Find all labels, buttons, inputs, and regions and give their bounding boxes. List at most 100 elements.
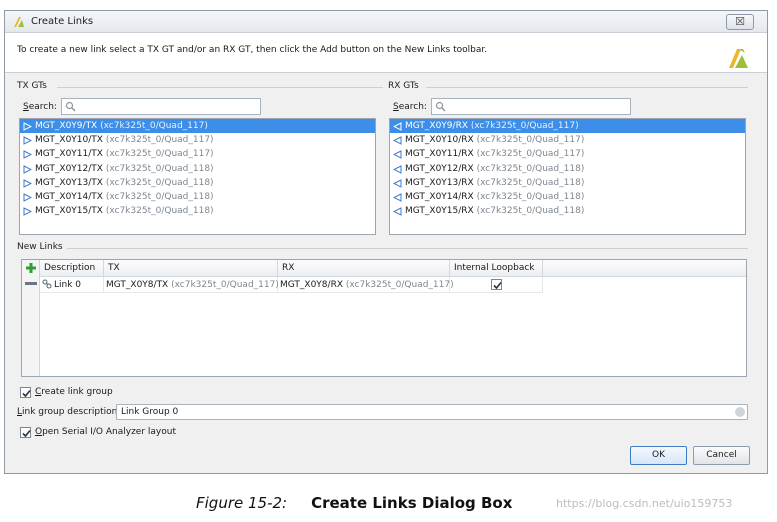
new-links-label: New Links [17, 242, 63, 252]
rx-gt-icon [393, 150, 402, 160]
gt-name: MGT_X0Y11/TX [35, 149, 103, 160]
rx-gt-icon [393, 122, 402, 131]
link-tx-name: MGT_X0Y8/TX [106, 280, 169, 290]
list-item[interactable]: MGT_X0Y13/TX (xc7k325t_0/Quad_118) [20, 176, 375, 190]
gt-location: (xc7k325t_0/Quad_118) [476, 191, 585, 202]
gt-location: (xc7k325t_0/Quad_118) [476, 177, 585, 188]
list-item[interactable]: MGT_X0Y10/RX (xc7k325t_0/Quad_117) [390, 133, 745, 147]
list-item[interactable]: MGT_X0Y9/TX (xc7k325t_0/Quad_117) [20, 119, 375, 134]
table-row-loopback [450, 277, 543, 293]
rx-gt-icon [393, 207, 402, 216]
title-bar: Create Links ☒ [5, 11, 767, 33]
checkmark-icon [22, 429, 31, 438]
list-item[interactable]: MGT_X0Y15/TX (xc7k325t_0/Quad_118) [20, 204, 375, 218]
xilinx-logo-icon [729, 49, 748, 68]
tx-gt-icon [23, 164, 32, 174]
gt-location: (xc7k325t_0/Quad_117) [100, 121, 208, 131]
gt-name: MGT_X0Y13/TX [35, 177, 103, 188]
table-row-description[interactable]: Link 0 [40, 277, 104, 293]
checkmark-icon [493, 281, 502, 290]
gt-location: (xc7k325t_0/Quad_118) [105, 191, 214, 202]
list-item[interactable]: MGT_X0Y10/TX (xc7k325t_0/Quad_117) [20, 133, 375, 147]
gt-location: (xc7k325t_0/Quad_118) [105, 163, 214, 174]
gt-name: MGT_X0Y13/RX [405, 177, 474, 188]
link-group-description-value: Link Group 0 [121, 407, 179, 417]
new-links-divider [67, 248, 748, 249]
gt-name: MGT_X0Y10/RX [405, 135, 474, 146]
gt-name: MGT_X0Y9/RX [405, 121, 468, 131]
add-link-icon[interactable] [25, 262, 37, 274]
column-header-tx[interactable]: TX [104, 260, 278, 277]
column-header-rx[interactable]: RX [278, 260, 450, 277]
gt-location: (xc7k325t_0/Quad_118) [476, 163, 585, 174]
gt-name: MGT_X0Y11/RX [405, 149, 474, 160]
internal-loopback-checkbox[interactable] [491, 279, 502, 290]
open-analyzer-layout-checkbox[interactable] [20, 427, 31, 438]
rx-search-label: Search: [393, 102, 427, 112]
gt-location: (xc7k325t_0/Quad_118) [476, 206, 585, 217]
rx-gt-icon [393, 178, 402, 188]
gt-name: MGT_X0Y9/TX [35, 121, 98, 131]
figure-caption: Figure 15-2: Create Links Dialog Box [196, 494, 512, 512]
list-item[interactable]: MGT_X0Y14/TX (xc7k325t_0/Quad_118) [20, 190, 375, 204]
list-item[interactable]: MGT_X0Y15/RX (xc7k325t_0/Quad_118) [390, 204, 745, 218]
link-rx-location: (xc7k325t_0/Quad_117) [345, 280, 454, 290]
list-item[interactable]: MGT_X0Y11/RX (xc7k325t_0/Quad_117) [390, 147, 745, 161]
list-item[interactable]: MGT_X0Y11/TX (xc7k325t_0/Quad_117) [20, 147, 375, 161]
tx-gt-icon [23, 178, 32, 188]
create-link-group-label: Create link group [35, 387, 113, 397]
gt-location: (xc7k325t_0/Quad_117) [105, 135, 214, 146]
link-icon [42, 279, 52, 289]
list-item[interactable]: MGT_X0Y13/RX (xc7k325t_0/Quad_118) [390, 176, 745, 190]
link-tx-location: (xc7k325t_0/Quad_117) [171, 280, 279, 290]
rx-gt-list[interactable]: MGT_X0Y9/RX (xc7k325t_0/Quad_117) MGT_X0Y… [389, 118, 746, 235]
rx-gt-icon [393, 136, 402, 145]
open-analyzer-layout-label: Open Serial I/O Analyzer layout [35, 427, 176, 437]
rx-divider [426, 87, 748, 88]
link-group-description-input[interactable]: Link Group 0 [116, 404, 748, 420]
new-links-table: Description TX RX Internal Loopback Link… [21, 259, 747, 377]
remove-link-icon[interactable] [25, 282, 37, 285]
gt-location: (xc7k325t_0/Quad_117) [476, 135, 585, 146]
tx-gt-icon [23, 136, 32, 145]
tx-gt-icon [23, 150, 32, 160]
table-row-rx[interactable]: MGT_X0Y8/RX (xc7k325t_0/Quad_117) [278, 277, 454, 293]
list-item[interactable]: MGT_X0Y12/TX (xc7k325t_0/Quad_118) [20, 162, 375, 176]
clear-icon[interactable] [735, 407, 745, 417]
list-item[interactable]: MGT_X0Y9/RX (xc7k325t_0/Quad_117) [390, 119, 745, 134]
tx-gt-icon [23, 122, 32, 131]
dialog-title: Create Links [31, 16, 94, 27]
gt-location: (xc7k325t_0/Quad_117) [476, 149, 585, 160]
gt-name: MGT_X0Y12/RX [405, 163, 474, 174]
tx-gts-label: TX GTs [17, 81, 47, 91]
gt-name: MGT_X0Y14/RX [405, 191, 474, 202]
search-icon [435, 101, 446, 112]
tx-search-label: Search: [23, 102, 57, 112]
tx-search-input[interactable] [61, 98, 261, 115]
link-description: Link 0 [54, 280, 82, 290]
rx-gt-icon [393, 193, 402, 202]
gt-location: (xc7k325t_0/Quad_117) [470, 121, 579, 131]
xilinx-logo-icon [14, 17, 24, 27]
ok-button[interactable]: OK [630, 446, 687, 465]
list-item[interactable]: MGT_X0Y12/RX (xc7k325t_0/Quad_118) [390, 162, 745, 176]
create-link-group-checkbox[interactable] [20, 387, 31, 398]
tx-gt-list[interactable]: MGT_X0Y9/TX (xc7k325t_0/Quad_117) MGT_X0Y… [19, 118, 376, 235]
close-button[interactable]: ☒ [726, 14, 754, 30]
table-row-tx[interactable]: MGT_X0Y8/TX (xc7k325t_0/Quad_117) [104, 277, 279, 293]
gt-name: MGT_X0Y10/TX [35, 135, 103, 146]
column-header-filler [543, 260, 746, 277]
figure-title: Create Links Dialog Box [311, 494, 513, 512]
tx-gt-icon [23, 193, 32, 202]
column-header-description[interactable]: Description [40, 260, 104, 277]
watermark: https://blog.csdn.net/uio159753 [556, 497, 733, 510]
gt-name: MGT_X0Y14/TX [35, 191, 103, 202]
rx-search-input[interactable] [431, 98, 631, 115]
list-item[interactable]: MGT_X0Y14/RX (xc7k325t_0/Quad_118) [390, 190, 745, 204]
figure-number: Figure 15-2: [196, 494, 288, 512]
create-links-dialog: Create Links ☒ To create a new link sele… [4, 10, 768, 474]
cancel-button[interactable]: Cancel [693, 446, 750, 465]
gt-name: MGT_X0Y15/TX [35, 206, 103, 217]
tx-divider [57, 87, 383, 88]
column-header-internal-loopback[interactable]: Internal Loopback [450, 260, 543, 277]
